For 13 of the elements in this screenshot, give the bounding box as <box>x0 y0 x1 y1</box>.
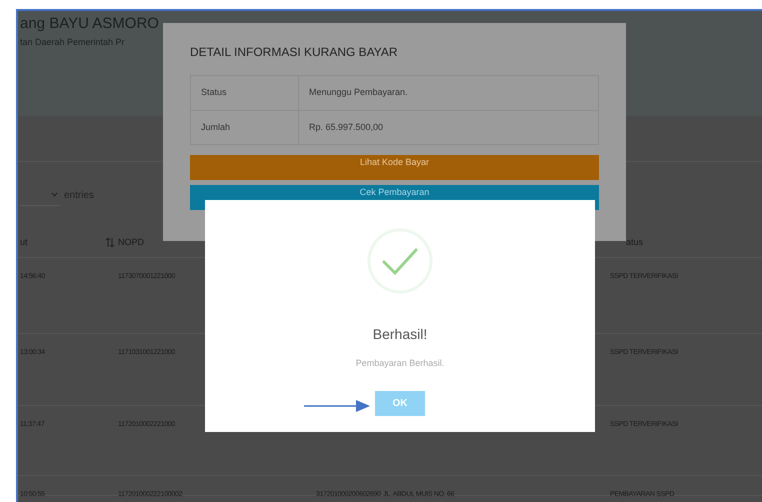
check-circle-icon <box>367 228 433 294</box>
chevron-down-icon <box>51 192 58 197</box>
ok-button[interactable]: OK <box>375 390 425 416</box>
detail-label: Jumlah <box>191 111 299 144</box>
dialog-message: Pembayaran Berhasil. <box>356 357 444 370</box>
dialog-title: Berhasil! <box>372 325 428 344</box>
detail-label: Status <box>191 76 299 110</box>
sort-icon[interactable] <box>106 238 114 247</box>
modal-button[interactable]: Lihat Kode Bayar <box>190 155 599 180</box>
detail-value: Rp. 65.997.500,00 <box>308 120 384 134</box>
detail-value: Menunggu Pembayaran. <box>308 86 409 100</box>
arrow-drawing <box>304 400 370 412</box>
modal-title: DETAIL INFORMASI KURANG BAYAR <box>190 44 399 61</box>
